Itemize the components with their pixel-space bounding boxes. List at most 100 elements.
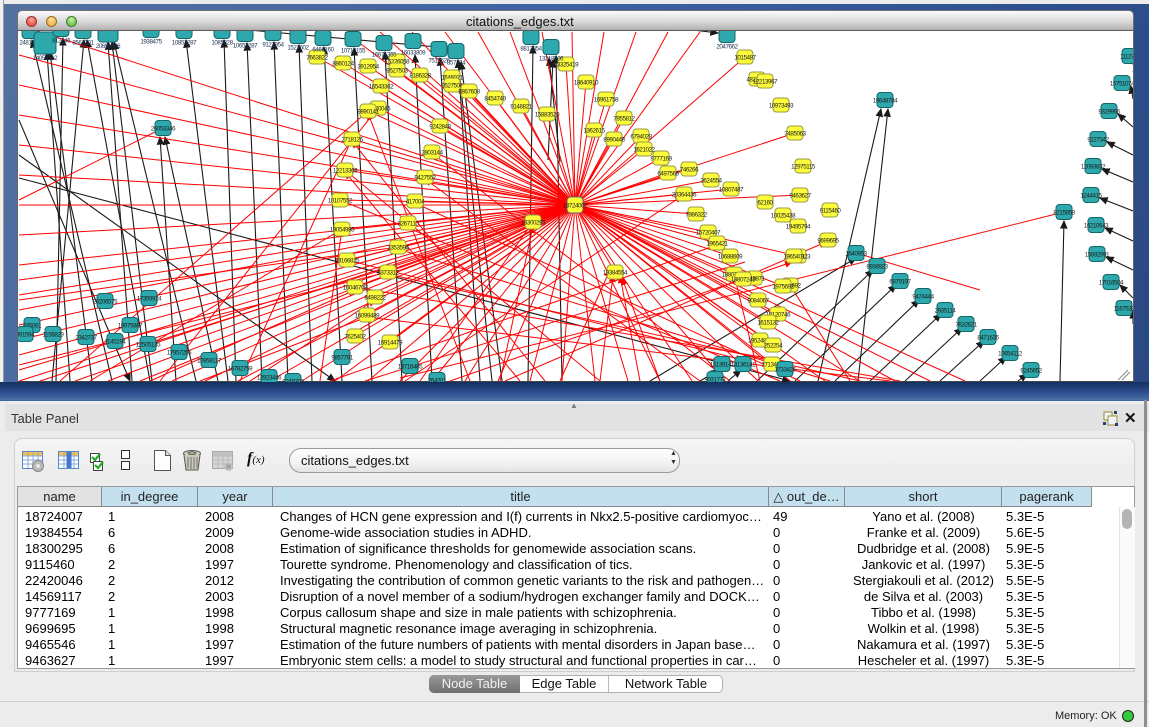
svg-text:16033809: 16033809 — [401, 50, 426, 57]
svg-text:8498222: 8498222 — [364, 294, 386, 301]
svg-text:16543362: 16543362 — [369, 83, 394, 90]
svg-text:1965421: 1965421 — [706, 240, 728, 247]
svg-text:9890141: 9890141 — [357, 108, 379, 115]
svg-text:8186328: 8186328 — [409, 72, 431, 79]
svg-text:10973493: 10973493 — [769, 102, 794, 109]
svg-text:1733426: 1733426 — [774, 366, 796, 373]
svg-text:6794028: 6794028 — [630, 133, 652, 140]
svg-text:18807243: 18807243 — [731, 276, 756, 283]
svg-text:1965401: 1965401 — [783, 253, 805, 260]
svg-text:7663822: 7663822 — [306, 54, 328, 61]
svg-text:12093832: 12093832 — [1081, 163, 1106, 170]
svg-text:857224: 857224 — [447, 60, 466, 67]
svg-text:17957255: 17957255 — [167, 349, 192, 356]
svg-text:9248302: 9248302 — [282, 378, 304, 382]
svg-text:3624554: 3624554 — [700, 177, 722, 184]
svg-text:7625402: 7625402 — [344, 333, 366, 340]
svg-text:7485063: 7485063 — [784, 130, 806, 137]
svg-text:19975867: 19975867 — [118, 322, 143, 329]
svg-text:16099489: 16099489 — [355, 312, 380, 319]
svg-text:10853287: 10853287 — [172, 40, 197, 47]
svg-text:9121954: 9121954 — [262, 42, 284, 49]
svg-text:2867608: 2867608 — [458, 88, 480, 95]
svg-text:6879197: 6879197 — [889, 278, 911, 285]
svg-text:1975692: 1975692 — [772, 283, 794, 290]
svg-text:19495794: 19495794 — [786, 223, 811, 230]
svg-text:1353594: 1353594 — [387, 244, 409, 251]
svg-text:16961758: 16961758 — [594, 96, 619, 103]
svg-text:26053346: 26053346 — [151, 125, 176, 132]
svg-text:16671355: 16671355 — [372, 52, 397, 59]
svg-text:16648784: 16648784 — [873, 97, 898, 104]
svg-text:10653287: 10653287 — [233, 43, 258, 50]
svg-text:12923446: 12923446 — [257, 374, 282, 381]
svg-text:10046708: 10046708 — [343, 284, 368, 291]
svg-text:12213369: 12213369 — [333, 167, 358, 174]
svg-text:1362615: 1362615 — [583, 127, 605, 134]
svg-text:1015487: 1015487 — [734, 54, 756, 61]
svg-text:1167533: 1167533 — [1114, 305, 1133, 312]
svg-text:8860124: 8860124 — [332, 60, 354, 67]
svg-text:1112739: 1112739 — [1120, 53, 1133, 60]
svg-text:746266: 746266 — [680, 166, 699, 173]
svg-text:10807487: 10807487 — [719, 186, 744, 193]
svg-text:1244415: 1244415 — [1080, 192, 1102, 199]
svg-text:8990448: 8990448 — [603, 136, 625, 143]
svg-text:8454749: 8454749 — [484, 95, 506, 102]
svg-text:17359924: 17359924 — [137, 295, 162, 302]
svg-text:8215958: 8215958 — [1053, 209, 1075, 216]
svg-text:20206575: 20206575 — [93, 298, 118, 305]
svg-text:15720407: 15720407 — [696, 229, 721, 236]
svg-text:7955812: 7955812 — [613, 115, 635, 122]
svg-text:2935114: 2935114 — [935, 307, 957, 314]
svg-text:15692991: 15692991 — [1085, 251, 1110, 258]
svg-text:9031777: 9031777 — [704, 376, 726, 382]
svg-text:19384554: 19384554 — [603, 269, 628, 276]
svg-text:2047662: 2047662 — [716, 44, 738, 51]
svg-text:9857791: 9857791 — [331, 354, 353, 361]
svg-text:12975115: 12975115 — [791, 163, 816, 170]
svg-text:10654112: 10654112 — [998, 350, 1023, 357]
svg-text:6497568: 6497568 — [657, 170, 679, 177]
svg-text:764201: 764201 — [428, 377, 447, 382]
svg-text:7632621: 7632621 — [955, 321, 977, 328]
svg-text:1085328: 1085328 — [211, 40, 233, 47]
svg-text:9699695: 9699695 — [817, 237, 839, 244]
svg-text:1156829: 1156829 — [43, 331, 65, 338]
svg-text:8938923: 8938923 — [866, 263, 888, 270]
svg-text:1621022: 1621022 — [633, 146, 655, 153]
svg-text:10958117: 10958117 — [197, 357, 222, 364]
svg-text:8813054: 8813054 — [520, 46, 542, 53]
svg-text:10107552: 10107552 — [328, 197, 353, 204]
svg-text:12505135: 12505135 — [136, 341, 161, 348]
svg-text:9329966: 9329966 — [1098, 108, 1120, 115]
svg-text:18300295: 18300295 — [521, 219, 546, 226]
svg-text:9427552: 9427552 — [414, 174, 436, 181]
svg-text:16210643: 16210643 — [1084, 222, 1109, 229]
svg-text:9146821: 9146821 — [510, 103, 532, 110]
svg-text:14055712: 14055712 — [33, 55, 58, 62]
svg-text:9242848: 9242848 — [429, 123, 451, 130]
svg-text:9227342: 9227342 — [1087, 136, 1109, 143]
svg-text:10688609: 10688609 — [718, 253, 743, 260]
svg-text:2342737: 2342737 — [75, 334, 97, 341]
svg-text:19166825: 19166825 — [335, 257, 360, 264]
svg-text:8471636: 8471636 — [977, 334, 999, 341]
svg-text:417004: 417004 — [406, 198, 425, 205]
svg-text:9463627: 9463627 — [789, 192, 811, 199]
svg-text:15751074: 15751074 — [1110, 80, 1133, 87]
svg-text:5373312: 5373312 — [377, 269, 399, 276]
svg-text:10719155: 10719155 — [341, 48, 366, 55]
svg-text:19054985: 19054985 — [330, 226, 355, 233]
svg-text:9245652: 9245652 — [1020, 367, 1042, 374]
svg-text:17016504: 17016504 — [1099, 279, 1124, 286]
svg-text:12213967: 12213967 — [753, 78, 778, 85]
svg-text:1145194: 1145194 — [105, 338, 127, 345]
svg-text:9084067: 9084067 — [747, 297, 769, 304]
svg-text:16782759: 16782759 — [228, 365, 253, 372]
svg-text:20364436: 20364436 — [672, 191, 697, 198]
svg-text:6466160: 6466160 — [312, 47, 334, 54]
svg-text:62160: 62160 — [757, 199, 773, 206]
svg-text:1640953: 1640953 — [845, 250, 867, 257]
svg-text:8563201: 8563201 — [72, 40, 94, 47]
